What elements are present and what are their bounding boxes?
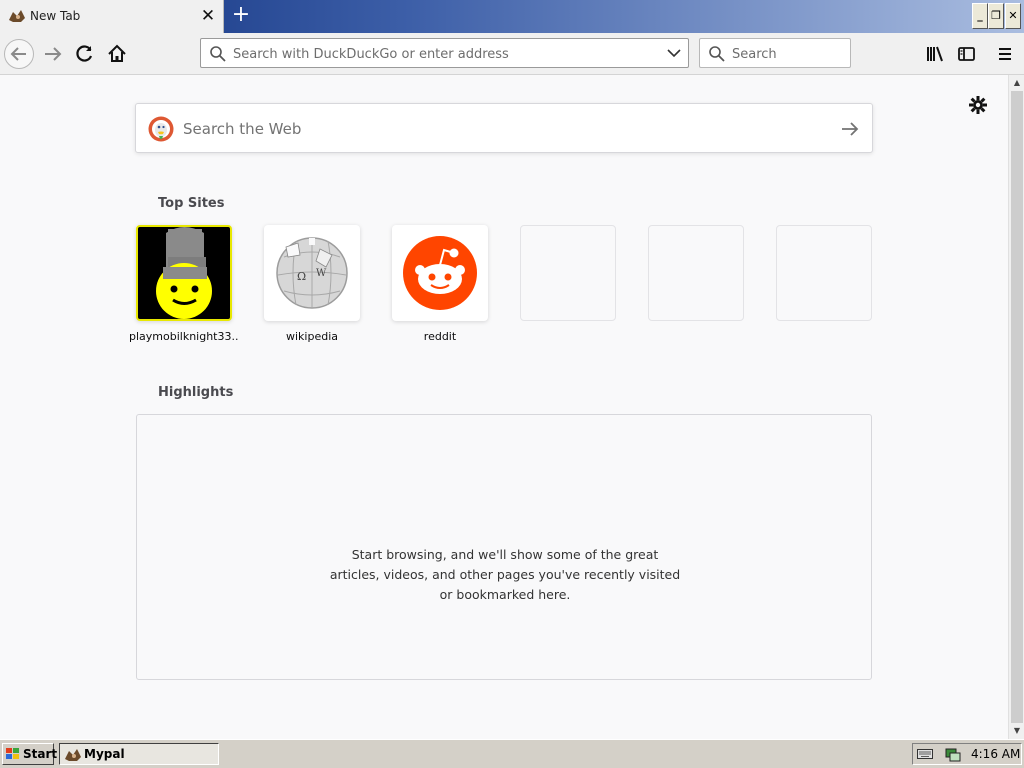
reload-button[interactable] <box>70 39 100 69</box>
gear-icon[interactable] <box>966 93 990 117</box>
close-window-button[interactable]: ✕ <box>1005 3 1021 29</box>
forward-arrow-icon <box>45 47 62 61</box>
chevron-down-icon[interactable] <box>667 48 681 58</box>
arrow-right-icon[interactable] <box>838 117 862 141</box>
system-tray: 4:16 AM <box>912 743 1022 765</box>
keyboard-icon[interactable] <box>917 748 933 760</box>
url-bar[interactable] <box>200 38 689 68</box>
home-icon <box>108 44 126 62</box>
top-site-tile[interactable]: Ω W wikipedia <box>264 225 360 343</box>
nav-toolbar <box>0 33 1024 75</box>
network-icon[interactable] <box>945 747 961 763</box>
task-label: Mypal <box>84 747 125 761</box>
empty-tile <box>648 225 744 321</box>
start-button[interactable]: Start <box>2 743 58 765</box>
vertical-scrollbar[interactable]: ▲ ▼ <box>1008 75 1024 739</box>
forward-button[interactable] <box>38 39 68 69</box>
mypal-favicon-icon <box>9 10 25 22</box>
empty-tile <box>520 225 616 321</box>
scroll-thumb[interactable] <box>1011 91 1023 723</box>
hamburger-menu-icon <box>999 48 1011 60</box>
top-site-label: reddit <box>423 330 457 343</box>
wikipedia-globe-icon: Ω W <box>264 225 360 321</box>
mypal-app-icon <box>65 749 81 761</box>
highlights-empty-state: Start browsing, and we'll show some of t… <box>136 414 872 680</box>
tab-close-icon[interactable]: ✕ <box>199 6 217 26</box>
svg-text:W: W <box>316 268 327 279</box>
highlights-title: Highlights <box>158 385 234 400</box>
back-arrow-icon <box>10 47 26 61</box>
tab-new-tab[interactable]: New Tab ✕ <box>0 0 224 33</box>
playmobil-knight-icon <box>136 225 232 321</box>
top-site-label: wikipedia <box>285 330 338 343</box>
new-tab-button[interactable]: + <box>229 4 253 28</box>
library-icon <box>927 46 943 62</box>
taskbar: Start Mypal 4:16 AM <box>0 739 1024 768</box>
top-sites-title: Top Sites <box>158 196 225 211</box>
scroll-down-icon[interactable]: ▼ <box>1009 723 1024 739</box>
reddit-alien-icon <box>392 225 488 321</box>
search-icon <box>709 46 725 62</box>
tab-strip: New Tab ✕ + _ ❐ ✕ <box>0 0 1024 33</box>
duckduckgo-logo-icon <box>148 116 174 142</box>
reload-icon <box>76 45 93 62</box>
empty-tile <box>776 225 872 321</box>
url-input[interactable] <box>233 45 653 63</box>
web-search-input[interactable] <box>183 118 823 140</box>
search-icon <box>210 46 226 62</box>
library-button[interactable] <box>920 39 950 69</box>
back-button[interactable] <box>4 39 34 69</box>
top-site-tile[interactable]: reddit <box>392 225 488 343</box>
top-site-placeholder <box>776 225 872 321</box>
sidebar-icon <box>958 47 975 61</box>
sidebar-button[interactable] <box>951 39 981 69</box>
minimize-button[interactable]: _ <box>972 3 988 29</box>
home-button[interactable] <box>102 39 132 69</box>
menu-button[interactable] <box>990 39 1020 69</box>
new-tab-page: Top Sites playmobilknight33... <box>0 75 1008 739</box>
restore-button[interactable]: ❐ <box>988 3 1004 29</box>
highlights-message: Start browsing, and we'll show some of t… <box>329 547 681 602</box>
taskbar-app-mypal[interactable]: Mypal <box>59 743 219 765</box>
top-site-placeholder <box>520 225 616 321</box>
clock: 4:16 AM <box>971 747 1021 761</box>
top-site-placeholder <box>648 225 744 321</box>
search-input[interactable] <box>732 45 842 63</box>
tab-title: New Tab <box>30 9 81 23</box>
svg-text:Ω: Ω <box>297 270 306 283</box>
start-label: Start <box>23 747 58 761</box>
scroll-up-icon[interactable]: ▲ <box>1009 75 1024 91</box>
windows-logo-icon <box>6 748 19 759</box>
top-site-tile[interactable]: playmobilknight33... <box>129 225 239 343</box>
top-site-label: playmobilknight33... <box>129 330 239 343</box>
search-bar[interactable] <box>699 38 851 68</box>
web-search-box[interactable] <box>135 103 873 153</box>
